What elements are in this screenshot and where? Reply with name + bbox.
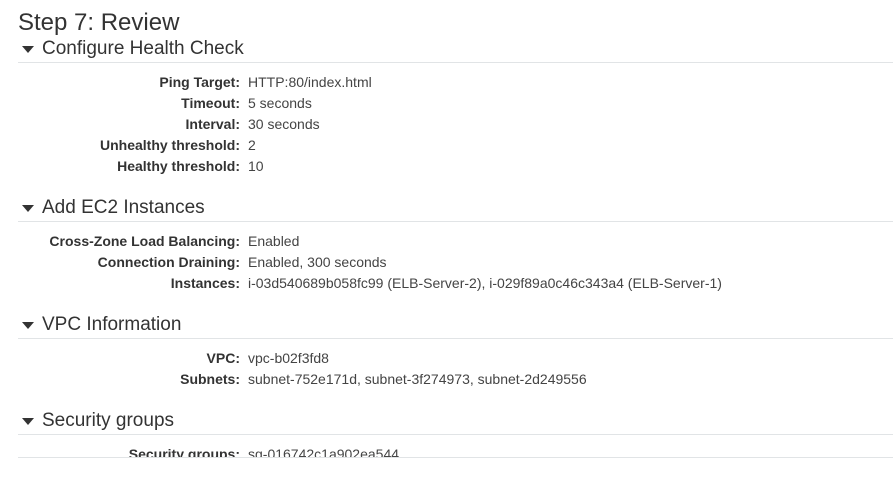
detail-value: 30 seconds (248, 116, 320, 132)
vpc-section: VPC Information VPC: vpc-b02f3fd8 Subnet… (18, 314, 893, 390)
ec2-header[interactable]: Add EC2 Instances (18, 197, 893, 222)
detail-row-vpc: VPC: vpc-b02f3fd8 (18, 348, 893, 369)
detail-value: i-03d540689b058fc99 (ELB-Server-2), i-02… (248, 275, 722, 291)
ec2-details: Cross-Zone Load Balancing: Enabled Conne… (18, 222, 893, 294)
detail-value: 10 (248, 158, 264, 174)
detail-label: Interval: (185, 116, 240, 132)
detail-row-cross-zone: Cross-Zone Load Balancing: Enabled (18, 231, 893, 252)
security-groups-details: Security groups: sg-016742c1a902ea544 (18, 435, 893, 458)
detail-row-connection-draining: Connection Draining: Enabled, 300 second… (18, 252, 893, 273)
detail-label: VPC: (206, 350, 240, 366)
security-groups-header[interactable]: Security groups (18, 410, 893, 435)
detail-row-instances: Instances: i-03d540689b058fc99 (ELB-Serv… (18, 273, 893, 294)
detail-label: Unhealthy threshold: (99, 137, 240, 153)
detail-row-ping-target: Ping Target: HTTP:80/index.html (18, 72, 893, 93)
detail-value: 2 (248, 137, 256, 153)
detail-label: Timeout: (181, 95, 240, 111)
detail-row-timeout: Timeout: 5 seconds (18, 93, 893, 114)
detail-label: Instances: (170, 275, 240, 291)
vpc-title[interactable]: VPC Information (42, 314, 181, 336)
detail-row-interval: Interval: 30 seconds (18, 114, 893, 135)
detail-value: Enabled (248, 233, 300, 249)
detail-label: Cross-Zone Load Balancing: (49, 233, 240, 249)
vpc-header[interactable]: VPC Information (18, 314, 893, 339)
detail-value: sg-016742c1a902ea544 (248, 446, 400, 458)
detail-value: Enabled, 300 seconds (248, 254, 387, 270)
caret-down-icon[interactable] (22, 322, 34, 329)
health-check-details: Ping Target: HTTP:80/index.html Timeout:… (18, 63, 893, 177)
health-check-section: Configure Health Check Ping Target: HTTP… (18, 38, 893, 177)
detail-value: HTTP:80/index.html (248, 74, 372, 90)
detail-label: Healthy threshold: (117, 158, 240, 174)
detail-value: 5 seconds (248, 95, 312, 111)
detail-label: Subnets: (180, 371, 240, 387)
vpc-details: VPC: vpc-b02f3fd8 Subnets: subnet-752e17… (18, 339, 893, 390)
caret-down-icon[interactable] (22, 418, 34, 425)
security-groups-title[interactable]: Security groups (42, 410, 174, 432)
detail-label: Security groups: (128, 446, 240, 458)
caret-down-icon[interactable] (22, 205, 34, 212)
page-title: Step 7: Review (18, 9, 180, 36)
health-check-title[interactable]: Configure Health Check (42, 38, 244, 60)
ec2-title[interactable]: Add EC2 Instances (42, 197, 205, 219)
detail-label: Ping Target: (159, 74, 240, 90)
detail-value: vpc-b02f3fd8 (248, 350, 329, 366)
detail-row-subnets: Subnets: subnet-752e171d, subnet-3f27497… (18, 369, 893, 390)
detail-row-unhealthy-threshold: Unhealthy threshold: 2 (18, 135, 893, 156)
detail-row-security-groups: Security groups: sg-016742c1a902ea544 (18, 444, 893, 458)
detail-row-healthy-threshold: Healthy threshold: 10 (18, 156, 893, 177)
caret-down-icon[interactable] (22, 46, 34, 53)
security-groups-section: Security groups Security groups: sg-0167… (18, 410, 893, 458)
detail-label: Connection Draining: (97, 254, 240, 270)
ec2-section: Add EC2 Instances Cross-Zone Load Balanc… (18, 197, 893, 294)
detail-value: subnet-752e171d, subnet-3f274973, subnet… (248, 371, 587, 387)
health-check-header[interactable]: Configure Health Check (18, 38, 893, 63)
